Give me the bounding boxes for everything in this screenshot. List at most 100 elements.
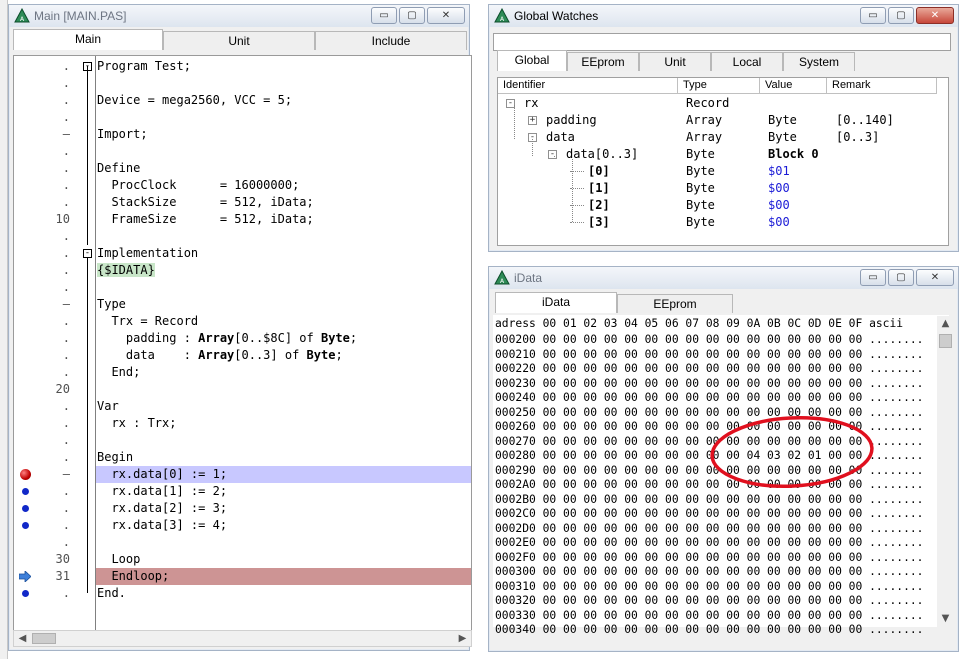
code-line[interactable]: Loop	[96, 551, 471, 568]
code-line[interactable]: Implementation	[96, 245, 471, 262]
tab-local[interactable]: Local	[711, 52, 783, 71]
tab-system[interactable]: System	[783, 52, 855, 71]
gutter-line[interactable]: .	[14, 160, 76, 177]
code-line[interactable]: End.	[96, 585, 471, 602]
watch-row[interactable]: [1] Byte $00	[498, 180, 948, 197]
gutter-line[interactable]: .	[14, 109, 76, 126]
col-type[interactable]: Type	[678, 78, 760, 94]
code-line[interactable]: End;	[96, 364, 471, 381]
watch-row[interactable]: - rx Record	[498, 95, 948, 112]
collapse-icon[interactable]: -	[548, 150, 557, 159]
breakpoint-icon[interactable]	[20, 469, 31, 480]
gutter-line[interactable]: .	[14, 517, 76, 534]
code-line[interactable]: rx.data[3] := 4;	[96, 517, 471, 534]
memory-vscrollbar[interactable]: ▲ ▼	[937, 316, 954, 627]
gutter-line[interactable]: .	[14, 177, 76, 194]
gutter-line[interactable]: .	[14, 262, 76, 279]
minimize-button[interactable]: ▭	[371, 7, 397, 24]
scroll-down-icon[interactable]: ▼	[937, 611, 954, 627]
gutter-line[interactable]: –	[14, 126, 76, 143]
gutter-line[interactable]: .	[14, 330, 76, 347]
executable-line-dot-icon[interactable]	[22, 590, 29, 597]
code-line[interactable]: Type	[96, 296, 471, 313]
tab-main[interactable]: Main	[13, 29, 163, 50]
code-line[interactable]: rx : Trx;	[96, 415, 471, 432]
close-button[interactable]: ✕	[916, 7, 954, 24]
code-line[interactable]: rx.data[1] := 2;	[96, 483, 471, 500]
col-value[interactable]: Value	[760, 78, 827, 94]
watches-grid[interactable]: Identifier Type Value Remark - rx Record + p…	[497, 77, 949, 246]
editor-hscrollbar[interactable]: ◀ ▶	[13, 630, 472, 647]
watches-titlebar[interactable]: A Global Watches ▭ ▢ ✕	[489, 5, 958, 27]
tab-global[interactable]: Global	[497, 50, 567, 71]
gutter-line[interactable]: .	[14, 483, 76, 500]
gutter-line[interactable]: 30	[14, 551, 76, 568]
gutter-line[interactable]: .	[14, 364, 76, 381]
executable-line-dot-icon[interactable]	[22, 505, 29, 512]
code-line[interactable]	[96, 143, 471, 160]
code-line[interactable]: Trx = Record	[96, 313, 471, 330]
expand-icon[interactable]: +	[528, 116, 537, 125]
gutter-line[interactable]: .	[14, 279, 76, 296]
watch-row[interactable]: [2] Byte $00	[498, 197, 948, 214]
gutter-line[interactable]: 10	[14, 211, 76, 228]
gutter-line[interactable]: .	[14, 449, 76, 466]
minimize-button[interactable]: ▭	[860, 7, 886, 24]
maximize-button[interactable]: ▢	[888, 7, 914, 24]
gutter-line[interactable]: –	[14, 296, 76, 313]
memory-dump[interactable]: adress 00 01 02 03 04 05 06 07 08 09 0A …	[493, 315, 949, 636]
gutter-line[interactable]: .	[14, 432, 76, 449]
gutter-line[interactable]: .	[14, 143, 76, 160]
code-line[interactable]: Import;	[96, 126, 471, 143]
gutter-line[interactable]: .	[14, 92, 76, 109]
maximize-button[interactable]: ▢	[888, 269, 914, 286]
code-line[interactable]: rx.data[0] := 1;	[96, 466, 471, 483]
scroll-up-icon[interactable]: ▲	[937, 316, 954, 332]
maximize-button[interactable]: ▢	[399, 7, 425, 24]
code-line[interactable]: Device = mega2560, VCC = 5;	[96, 92, 471, 109]
gutter-line[interactable]: .	[14, 194, 76, 211]
tab-eeprom[interactable]: EEprom	[617, 294, 733, 313]
watch-row[interactable]: - data[0..3] Byte Block 0	[498, 146, 948, 163]
main-titlebar[interactable]: A Main [MAIN.PAS] ▭ ▢ ✕	[9, 5, 469, 27]
watch-expression-input[interactable]	[493, 33, 951, 51]
code-line[interactable]: ProcClock = 16000000;	[96, 177, 471, 194]
executable-line-dot-icon[interactable]	[22, 488, 29, 495]
code-line[interactable]: StackSize = 512, iData;	[96, 194, 471, 211]
code-line[interactable]: FrameSize = 512, iData;	[96, 211, 471, 228]
code-line[interactable]: Endloop;	[96, 568, 471, 585]
watch-row[interactable]: [0] Byte $01	[498, 163, 948, 180]
scroll-right-icon[interactable]: ▶	[454, 631, 471, 646]
close-button[interactable]: ✕	[916, 269, 954, 286]
watch-row[interactable]: + padding Array Byte [0..140]	[498, 112, 948, 129]
gutter-line[interactable]: 31	[14, 568, 76, 585]
gutter-line[interactable]: .	[14, 534, 76, 551]
gutter-line[interactable]: .	[14, 398, 76, 415]
gutter-line[interactable]: .	[14, 500, 76, 517]
code-editor[interactable]: .-Program Test;..Device = mega2560, VCC …	[13, 55, 472, 636]
code-line[interactable]	[96, 432, 471, 449]
code-line[interactable]: Program Test;	[96, 58, 471, 75]
close-button[interactable]: ✕	[427, 7, 465, 24]
scroll-left-icon[interactable]: ◀	[14, 631, 31, 646]
gutter-line[interactable]: 20	[14, 381, 76, 398]
code-line[interactable]	[96, 109, 471, 126]
scroll-thumb[interactable]	[32, 633, 56, 644]
code-line[interactable]: Begin	[96, 449, 471, 466]
gutter-line[interactable]: –	[14, 466, 76, 483]
code-line[interactable]: {$IDATA}	[96, 262, 471, 279]
idata-titlebar[interactable]: A iData ▭ ▢ ✕	[489, 267, 958, 289]
gutter-line[interactable]: .	[14, 228, 76, 245]
watch-row[interactable]: - data Array Byte [0..3]	[498, 129, 948, 146]
tab-include[interactable]: Include	[315, 31, 467, 50]
code-line[interactable]	[96, 228, 471, 245]
tab-idata[interactable]: iData	[495, 292, 617, 313]
code-line[interactable]: data : Array[0..3] of Byte;	[96, 347, 471, 364]
tab-eeprom[interactable]: EEprom	[567, 52, 639, 71]
gutter-line[interactable]: .	[14, 245, 76, 262]
gutter-line[interactable]: .	[14, 347, 76, 364]
code-line[interactable]: padding : Array[0..$8C] of Byte;	[96, 330, 471, 347]
code-line[interactable]: rx.data[2] := 3;	[96, 500, 471, 517]
gutter-line[interactable]: .	[14, 585, 76, 602]
code-line[interactable]	[96, 534, 471, 551]
